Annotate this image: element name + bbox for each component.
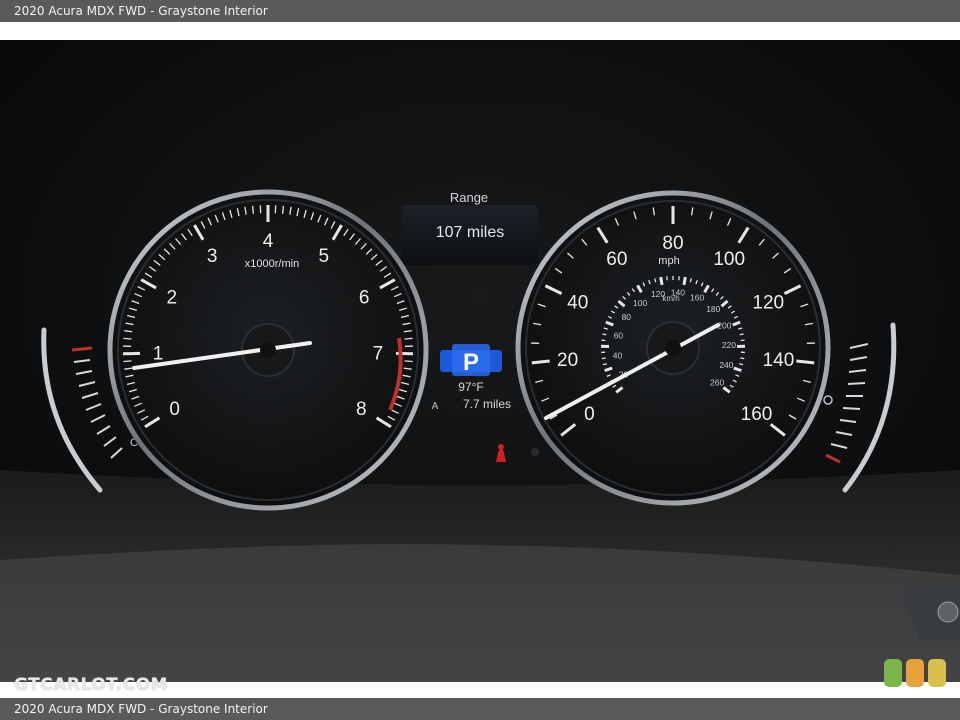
speedometer-mph-number: 100 (713, 249, 745, 270)
outside-temperature: 97°F (458, 380, 483, 394)
tachometer-number: 6 (359, 288, 370, 309)
speedometer-kmh-number: 160 (690, 293, 704, 303)
speedometer-kmh-tick (682, 276, 687, 286)
caption-text: 2020 Acura MDX FWD - Graystone Interior (14, 4, 268, 18)
logo-dot-green (884, 659, 902, 687)
tachometer: 0 1 2 3 4 5 6 7 8 x1000r/min (107, 189, 429, 511)
speedometer: 020406080100120140160 mph 20406080100120… (515, 190, 831, 506)
indicator-dot (531, 448, 539, 456)
caption-text: 2020 Acura MDX FWD - Graystone Interior (14, 702, 268, 716)
speedometer-unit-mph: mph (658, 255, 679, 267)
speedometer-kmh-tick (659, 276, 664, 286)
instrument-cluster-photo: Range 107 miles P 97°F A 7.7 miles C 0 1… (0, 40, 960, 682)
tachometer-number: 5 (319, 246, 330, 267)
trip-value: 7.7 miles (463, 397, 511, 411)
tachometer-number: 3 (207, 246, 218, 267)
range-value: 107 miles (436, 224, 504, 241)
speedometer-tick (531, 359, 550, 365)
caption-bar-bottom: 2020 Acura MDX FWD - Graystone Interior (0, 698, 960, 720)
speedometer-kmh-number: 80 (622, 312, 632, 322)
speedometer-kmh-tick (739, 363, 744, 366)
speedometer-kmh-tick (739, 333, 744, 336)
tachometer-number: 8 (356, 399, 367, 420)
trip-label: A (432, 401, 439, 412)
speedometer-kmh-number: 260 (710, 378, 724, 388)
tachometer-tick (281, 205, 285, 214)
speedometer-mph-number: 40 (567, 292, 588, 313)
speedometer-kmh-tick (602, 363, 607, 366)
speedometer-mph-number: 80 (662, 233, 683, 254)
caption-bar-top: 2020 Acura MDX FWD - Graystone Interior (0, 0, 960, 22)
tachometer-number: 7 (373, 344, 384, 365)
watermark-logo-text: GTCARLOT.COM (14, 675, 168, 695)
speedometer-mph-number: 120 (752, 292, 784, 313)
speedometer-mph-number: 20 (557, 350, 578, 371)
tachometer-unit: x1000r/min (245, 258, 299, 270)
tachometer-number: 1 (153, 344, 164, 365)
tachometer-tick (251, 205, 255, 214)
speedometer-kmh-number: 60 (614, 330, 624, 340)
tachometer-number: 2 (167, 288, 178, 309)
speedometer-kmh-number: 40 (613, 350, 623, 360)
speedometer-kmh-number: 100 (633, 298, 647, 308)
gear-indicator: P (463, 349, 479, 376)
speedometer-mph-number: 0 (584, 404, 595, 425)
speedometer-kmh-tick (740, 357, 745, 360)
speedometer-kmh-number: 180 (706, 304, 720, 314)
speedometer-tick (796, 359, 815, 365)
tachometer-tick (404, 360, 413, 363)
tachometer-number: 4 (263, 231, 274, 252)
speedometer-kmh-number: 220 (722, 340, 736, 350)
speedometer-kmh-tick (601, 357, 606, 360)
speedometer-mph-number: 60 (606, 249, 627, 270)
speedometer-kmh-number: 240 (719, 360, 733, 370)
tachometer-tick (123, 360, 132, 363)
tachometer-tick (123, 337, 132, 340)
logo-dot-orange (906, 659, 924, 687)
speedometer-unit-kmh: km/h (662, 294, 679, 303)
tachometer-number: 0 (169, 399, 180, 420)
speedometer-kmh-tick (602, 333, 607, 336)
speedometer-mph-number: 160 (741, 404, 773, 425)
logo-dot-yellow (928, 659, 946, 687)
range-label: Range (450, 190, 488, 205)
watermark-logo-dots (884, 659, 946, 687)
speedometer-mph-number: 140 (763, 350, 795, 371)
tachometer-tick (404, 337, 413, 340)
